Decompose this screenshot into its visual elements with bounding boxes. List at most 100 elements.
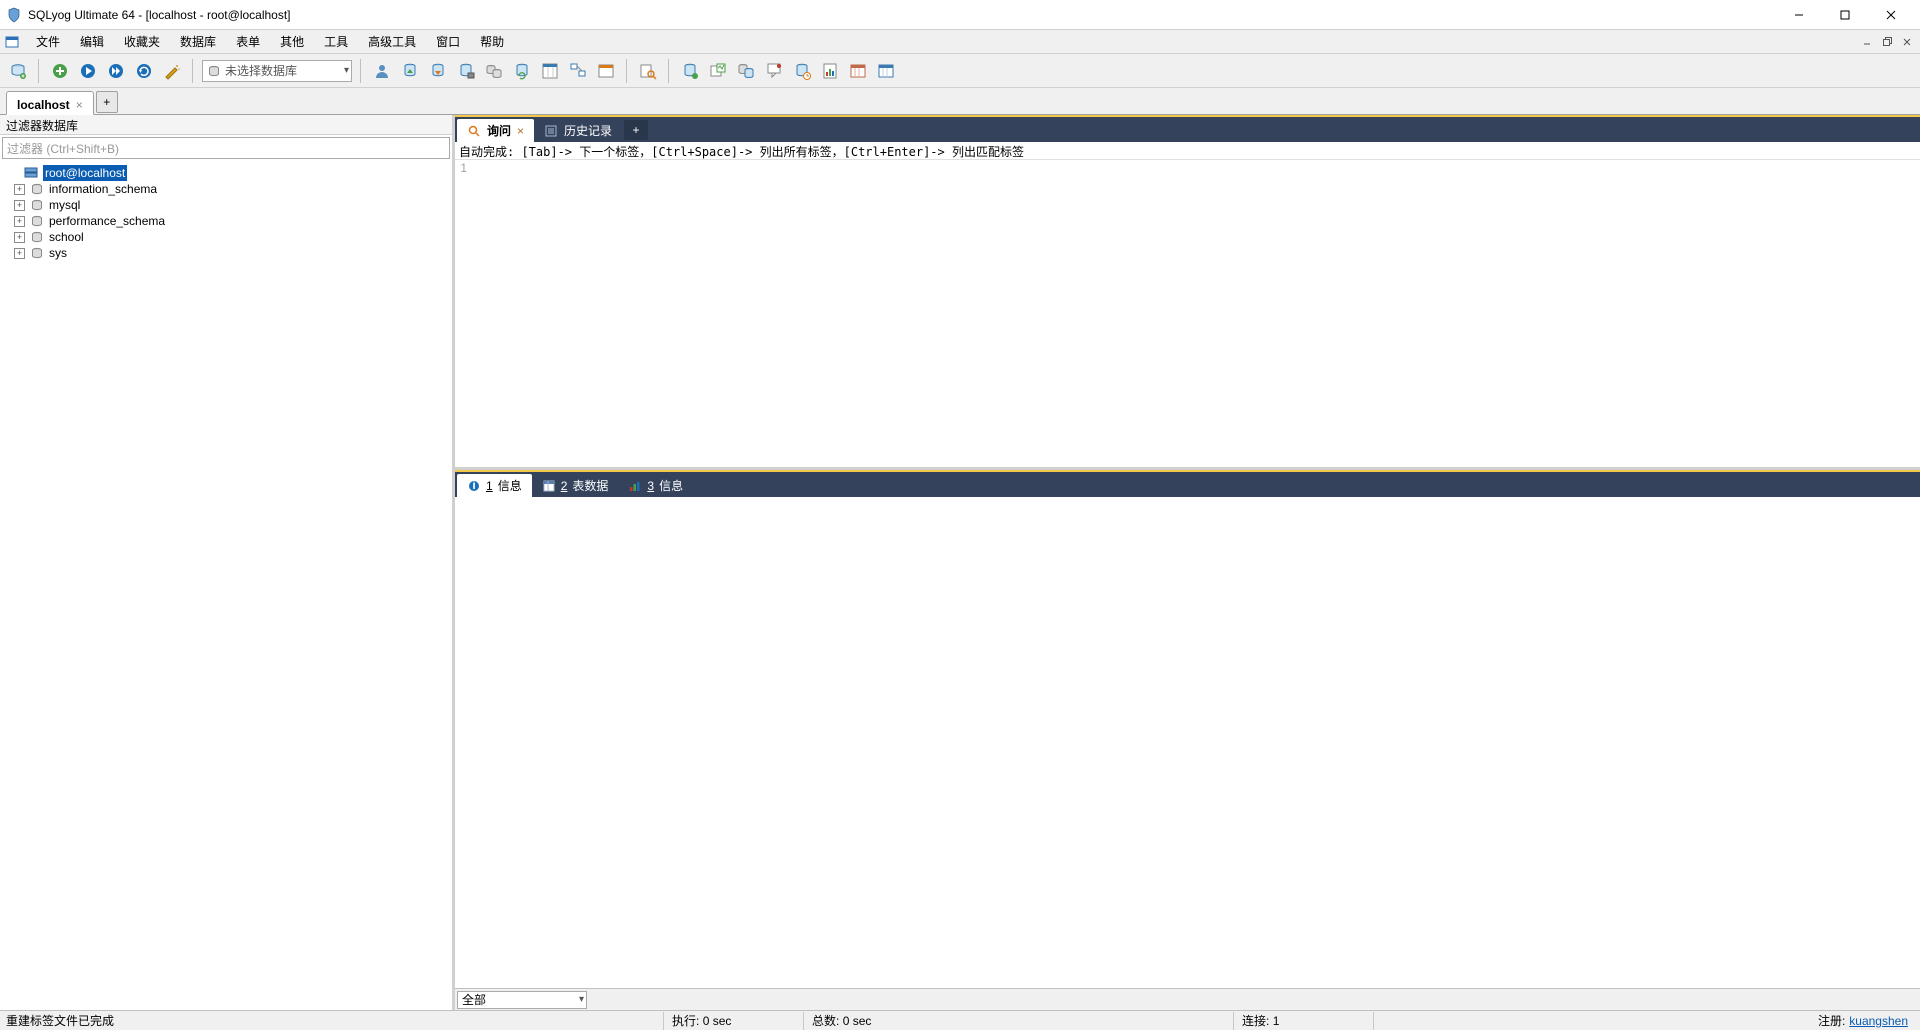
query-tabbar: 询问 × 历史记录 +: [455, 115, 1920, 142]
result-scope-select[interactable]: 全部 ▾: [457, 991, 587, 1009]
mdi-minimize-button[interactable]: [1858, 34, 1876, 50]
add-query-tab-button[interactable]: +: [624, 120, 648, 140]
schema-sync-button[interactable]: [482, 59, 506, 83]
info-icon: i: [467, 479, 481, 493]
menu-window[interactable]: 窗口: [426, 31, 470, 52]
object-browser: 过滤器数据库 过滤器 (Ctrl+Shift+B) − root@localho…: [0, 115, 455, 1010]
register-link[interactable]: kuangshen: [1849, 1014, 1908, 1028]
minimize-button[interactable]: [1776, 0, 1822, 30]
status-message: 重建标签文件已完成: [4, 1012, 664, 1030]
close-icon[interactable]: ×: [76, 98, 83, 112]
menu-powertools[interactable]: 高级工具: [358, 31, 426, 52]
result-tab-info[interactable]: i 1 信息: [457, 474, 532, 497]
sql-editor[interactable]: 1: [455, 160, 1920, 467]
result-tab-label: 信息: [498, 477, 522, 494]
result-tab-info2[interactable]: 3 信息: [618, 474, 693, 497]
menu-edit[interactable]: 编辑: [70, 31, 114, 52]
import-button[interactable]: [398, 59, 422, 83]
close-button[interactable]: [1868, 0, 1914, 30]
menubar: 文件 编辑 收藏夹 数据库 表单 其他 工具 高级工具 窗口 帮助: [0, 30, 1920, 54]
main-area: 过滤器数据库 过滤器 (Ctrl+Shift+B) − root@localho…: [0, 115, 1920, 1010]
notifications-button[interactable]: [762, 59, 786, 83]
backup-button[interactable]: [454, 59, 478, 83]
refresh-button[interactable]: [132, 59, 156, 83]
server-icon: [23, 166, 39, 180]
database-icon: [29, 214, 45, 228]
result-tabbar: i 1 信息 2 表数据 3 信息: [455, 470, 1920, 497]
line-gutter: 1: [455, 160, 469, 467]
preferences-button[interactable]: [874, 59, 898, 83]
report-button[interactable]: [818, 59, 842, 83]
schema-designer-button[interactable]: [566, 59, 590, 83]
toolbar: 未选择数据库 ▾: [0, 54, 1920, 88]
close-icon[interactable]: ×: [517, 124, 524, 138]
tree-database-item[interactable]: + sys: [2, 245, 450, 261]
history-tab-label: 历史记录: [564, 122, 612, 139]
expander-icon[interactable]: +: [14, 216, 25, 227]
database-selector-text: 未选择数据库: [225, 62, 297, 79]
maximize-button[interactable]: [1822, 0, 1868, 30]
expander-icon[interactable]: +: [14, 184, 25, 195]
flush-button[interactable]: [678, 59, 702, 83]
tree-item-label: sys: [49, 245, 67, 261]
result-tab-tabledata[interactable]: 2 表数据: [532, 474, 619, 497]
query-tab[interactable]: 询问 ×: [457, 119, 534, 142]
menu-file[interactable]: 文件: [26, 31, 70, 52]
tree-root-label: root@localhost: [43, 165, 127, 181]
format-query-button[interactable]: [160, 59, 184, 83]
result-tab-num: 1: [486, 479, 493, 493]
expander-icon[interactable]: +: [14, 248, 25, 259]
window-title: SQLyog Ultimate 64 - [localhost - root@l…: [28, 8, 291, 22]
tree-database-item[interactable]: + school: [2, 229, 450, 245]
mdi-close-button[interactable]: [1898, 34, 1916, 50]
tree-database-item[interactable]: + performance_schema: [2, 213, 450, 229]
status-exec: 执行: 0 sec: [664, 1012, 804, 1030]
execute-query-button[interactable]: [76, 59, 100, 83]
status-total: 总数: 0 sec: [804, 1012, 1234, 1030]
menu-database[interactable]: 数据库: [170, 31, 226, 52]
copy-db-button[interactable]: [734, 59, 758, 83]
export-button[interactable]: [426, 59, 450, 83]
connection-tab[interactable]: localhost ×: [6, 91, 94, 115]
expander-icon[interactable]: +: [14, 200, 25, 211]
execute-all-button[interactable]: [104, 59, 128, 83]
expander-icon[interactable]: +: [14, 232, 25, 243]
svg-text:i: i: [472, 480, 475, 492]
menu-help[interactable]: 帮助: [470, 31, 514, 52]
data-sync-button[interactable]: [510, 59, 534, 83]
history-icon: [544, 124, 558, 138]
mdi-controls: [1858, 34, 1916, 50]
statusbar: 重建标签文件已完成 执行: 0 sec 总数: 0 sec 连接: 1 注册: …: [0, 1010, 1920, 1030]
right-pane: 询问 × 历史记录 + 自动完成: [Tab]-> 下一个标签，[Ctrl+Sp…: [455, 115, 1920, 1010]
scheduled-backup-button[interactable]: [790, 59, 814, 83]
tree-database-item[interactable]: + mysql: [2, 197, 450, 213]
tree-item-label: information_schema: [49, 181, 157, 197]
tree-root[interactable]: − root@localhost: [2, 165, 450, 181]
menu-favorites[interactable]: 收藏夹: [114, 31, 170, 52]
menu-table[interactable]: 表单: [226, 31, 270, 52]
calendar-button[interactable]: [846, 59, 870, 83]
query-tab-label: 询问: [487, 122, 511, 139]
connection-tab-label: localhost: [17, 98, 70, 112]
code-area[interactable]: [469, 160, 1920, 467]
user-manager-button[interactable]: [370, 59, 394, 83]
history-tab[interactable]: 历史记录: [534, 119, 622, 142]
add-connection-tab-button[interactable]: +: [96, 91, 118, 113]
find-button[interactable]: [636, 59, 660, 83]
table-diagnostics-button[interactable]: [706, 59, 730, 83]
result-tab-num: 3: [647, 479, 654, 493]
tree-database-item[interactable]: + information_schema: [2, 181, 450, 197]
query-builder-button[interactable]: [594, 59, 618, 83]
new-query-button[interactable]: [48, 59, 72, 83]
new-connection-button[interactable]: [6, 59, 30, 83]
visual-builder-button[interactable]: [538, 59, 562, 83]
menu-other[interactable]: 其他: [270, 31, 314, 52]
database-icon: [207, 64, 221, 78]
database-tree[interactable]: − root@localhost + information_schema + …: [0, 161, 452, 1010]
filter-input[interactable]: 过滤器 (Ctrl+Shift+B): [2, 137, 450, 159]
mdi-system-icon[interactable]: [4, 34, 20, 50]
menu-tools[interactable]: 工具: [314, 31, 358, 52]
mdi-restore-button[interactable]: [1878, 34, 1896, 50]
app-icon: [6, 7, 22, 23]
database-selector[interactable]: 未选择数据库 ▾: [202, 60, 352, 82]
